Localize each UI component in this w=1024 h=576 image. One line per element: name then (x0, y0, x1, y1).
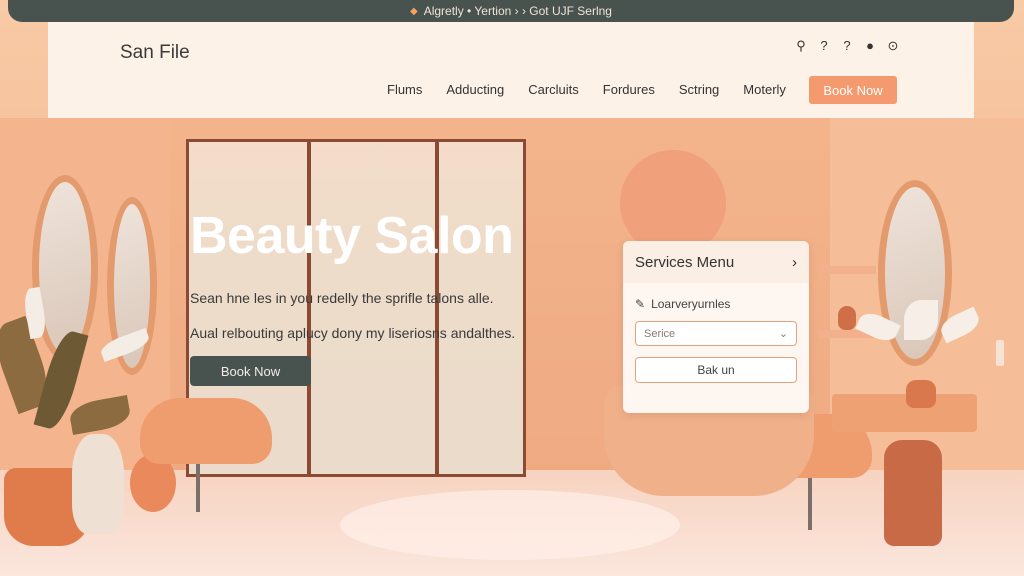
nav-item[interactable]: Fordures (603, 82, 655, 97)
chat-icon[interactable]: ● (863, 38, 877, 54)
bullet-icon: ◆ (410, 5, 418, 17)
clock-icon[interactable]: ⊙ (886, 38, 900, 54)
site-header: San File ⚲ ? ? ● ⊙ Flums Adducting Carcl… (48, 22, 974, 118)
nav-item[interactable]: Adducting (446, 82, 504, 97)
wall-shelf (818, 266, 876, 274)
plant-pot (906, 380, 936, 408)
plant-leaf (904, 300, 938, 340)
hero-subtitle: Sean hne les in you redelly the sprifle … (190, 290, 494, 306)
chair-base (196, 464, 200, 512)
window-bar (435, 142, 439, 474)
brand-logo[interactable]: San File (120, 42, 190, 64)
salon-chair (140, 398, 272, 464)
header-book-now-button[interactable]: Book Now (809, 76, 897, 104)
announcement-text: Algretly • Yertion › › Got UJF Serlng (423, 4, 612, 18)
floor-glow (340, 490, 680, 560)
hero-title: Beauty Salon (190, 207, 514, 265)
services-book-button[interactable]: Bak un (635, 357, 797, 383)
wall-switch (996, 340, 1004, 366)
hero-book-now-button[interactable]: Book Now (190, 356, 311, 386)
nav-item[interactable]: Moterly (743, 82, 786, 97)
help-icon[interactable]: ? (840, 38, 854, 54)
nav-item[interactable]: Carcluits (528, 82, 579, 97)
chevron-down-icon: ⌄ (778, 328, 788, 340)
service-select-value: Serice (644, 327, 676, 340)
vase (72, 434, 124, 534)
search-icon[interactable]: ⚲ (794, 38, 808, 54)
service-select[interactable]: Serice ⌄ (635, 321, 797, 346)
hero-subtitle: Aual relbouting aplucy dony my liseriosn… (190, 325, 516, 341)
header-icons: ⚲ ? ? ● ⊙ (794, 38, 900, 54)
services-filter-label: Loarveryurnles (651, 297, 731, 311)
services-menu-card: Services Menu › ✎ Loarveryurnles Serice … (623, 241, 809, 413)
services-menu-header[interactable]: Services Menu › (623, 241, 809, 283)
services-menu-title: Services Menu (635, 253, 735, 271)
pencil-icon: ✎ (635, 297, 646, 311)
vanity-shelf (832, 394, 977, 432)
services-filter-row[interactable]: ✎ Loarveryurnles (635, 297, 730, 311)
nav-item[interactable]: Flums (387, 82, 422, 97)
chair-base (808, 478, 812, 530)
floor-vase (884, 440, 942, 546)
announcement-bar[interactable]: ◆ Algretly • Yertion › › Got UJF Serlng (8, 0, 1014, 22)
help-icon[interactable]: ? (817, 38, 831, 54)
window-bar (307, 142, 311, 474)
product-jar (838, 306, 856, 330)
nav-item[interactable]: Sctring (679, 82, 719, 97)
chevron-right-icon[interactable]: › (792, 254, 797, 271)
main-nav: Flums Adducting Carcluits Fordures Sctri… (387, 82, 810, 97)
